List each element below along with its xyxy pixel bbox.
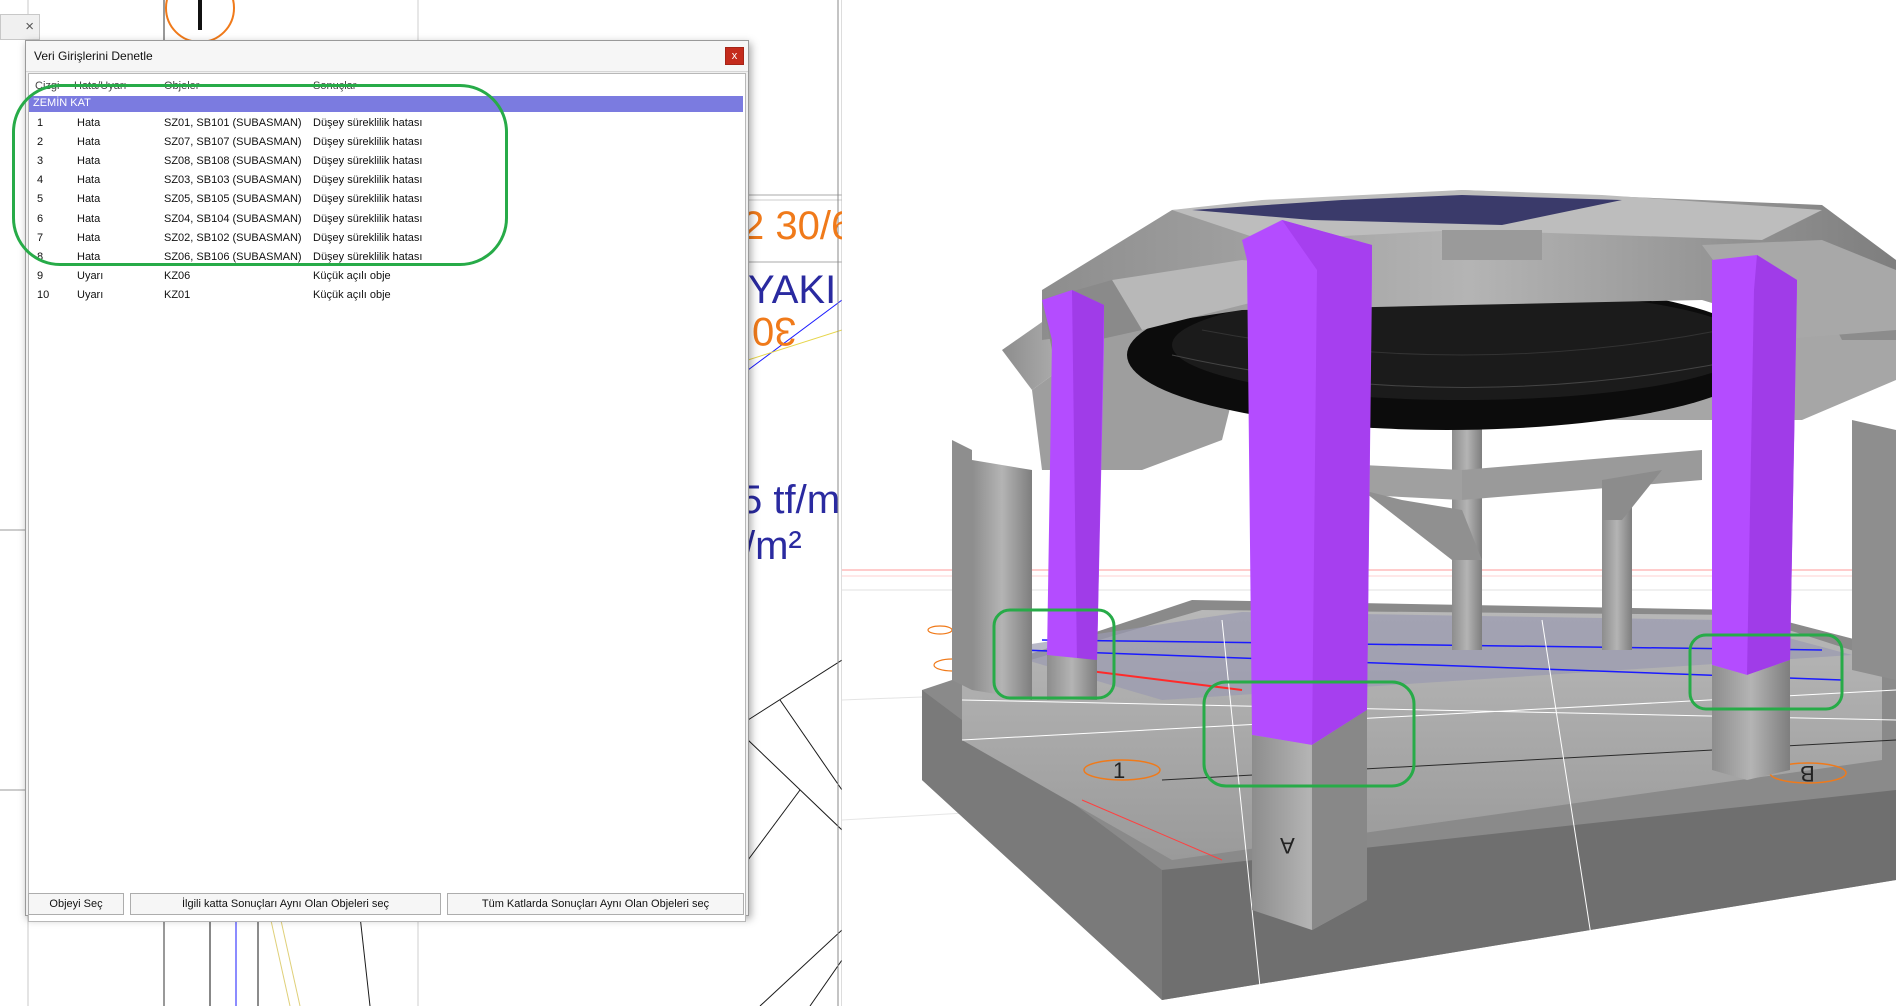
- row-objects: KZ01: [164, 288, 191, 301]
- table-row[interactable]: 2 Hata SZ07, SB107 (SUBASMAN) Düşey sürekli…: [29, 133, 743, 152]
- row-objects: SZ06, SB106 (SUBASMAN): [164, 250, 302, 263]
- row-type: Hata: [77, 136, 101, 149]
- group-label: ZEMİN KAT: [33, 97, 91, 109]
- row-number: 7: [37, 231, 44, 244]
- row-objects: SZ02, SB102 (SUBASMAN): [164, 231, 302, 244]
- 3d-structure-render: [842, 190, 1896, 1006]
- table-row[interactable]: 8 Hata SZ06, SB106 (SUBASMAN) Düşey sürekli…: [29, 248, 743, 267]
- row-result: Küçük açılı obje: [313, 269, 391, 282]
- row-type: Hata: [77, 231, 101, 244]
- select-all-floors-button[interactable]: Tüm Katlarda Sonuçları Aynı Olan Objeler…: [447, 893, 744, 915]
- dialog-title: Veri Girişlerini Denetle: [34, 49, 153, 63]
- dialog-button-bar: Objeyi Seç İlgili katta Sonuçları Aynı O…: [26, 893, 748, 917]
- row-number: 3: [37, 155, 44, 168]
- row-number: 4: [37, 174, 44, 187]
- row-objects: KZ06: [164, 269, 191, 282]
- dialog-titlebar[interactable]: Veri Girişlerini Denetle x: [26, 41, 748, 72]
- axis-label-a: A: [1280, 833, 1295, 858]
- row-result: Düşey süreklilik hatası: [313, 117, 423, 129]
- drawing-label-load: 5 tf/m: [740, 478, 841, 522]
- row-number: 10: [37, 288, 50, 301]
- row-result: Düşey süreklilik hatası: [313, 231, 423, 244]
- row-result: Düşey süreklilik hatası: [313, 174, 423, 187]
- column-header-objects[interactable]: Objeler: [164, 80, 199, 92]
- row-type: Hata: [77, 117, 101, 129]
- row-result: Düşey süreklilik hatası: [313, 155, 423, 168]
- row-result: Düşey süreklilik hatası: [313, 250, 423, 263]
- table-row[interactable]: 7 Hata SZ02, SB102 (SUBASMAN) Düşey sürekli…: [29, 229, 743, 248]
- row-objects: SZ05, SB105 (SUBASMAN): [164, 193, 302, 206]
- row-type: Hata: [77, 174, 101, 187]
- 3d-model-view[interactable]: A 1 B: [842, 0, 1896, 1006]
- table-row[interactable]: 3 Hata SZ08, SB108 (SUBASMAN) Düşey sürekli…: [29, 152, 743, 171]
- row-type: Uyarı: [77, 288, 104, 301]
- row-objects: SZ07, SB107 (SUBASMAN): [164, 136, 302, 149]
- row-result: Düşey süreklilik hatası: [313, 136, 423, 149]
- row-result: Düşey süreklilik hatası: [313, 212, 423, 225]
- row-result: Düşey süreklilik hatası: [313, 193, 423, 206]
- drawing-label-unit: /m²: [744, 524, 802, 568]
- results-list[interactable]: Çizgi Hata/Uyarı Objeler Sonuçlar ZEMİN …: [28, 73, 746, 922]
- panel-close-tab[interactable]: ×: [0, 14, 40, 40]
- drawing-label-dimension: 2 30/6: [742, 204, 842, 248]
- drawing-label-name: YAKI: [748, 268, 837, 312]
- table-row[interactable]: 9 Uyarı KZ06 Küçük açılı obje: [29, 267, 743, 286]
- table-row[interactable]: 1 Hata SZ01, SB101 (SUBASMAN) Düşey sürekli…: [29, 114, 743, 133]
- row-number: 1: [37, 117, 44, 129]
- row-number: 6: [37, 212, 44, 225]
- dialog-close-button[interactable]: x: [725, 47, 744, 65]
- select-object-button[interactable]: Objeyi Seç: [28, 893, 124, 915]
- column-header-line[interactable]: Çizgi: [35, 80, 59, 92]
- table-row[interactable]: 10 Uyarı KZ01 Küçük açılı obje: [29, 286, 743, 305]
- data-check-dialog: Veri Girişlerini Denetle x Çizgi Hata/Uy…: [25, 40, 749, 922]
- group-row-floor[interactable]: ZEMİN KAT: [29, 96, 743, 112]
- row-objects: SZ03, SB103 (SUBASMAN): [164, 174, 302, 187]
- row-type: Hata: [77, 212, 101, 225]
- drawing-label-rotated: 30: [752, 309, 797, 353]
- row-number: 2: [37, 136, 44, 149]
- row-number: 8: [37, 250, 44, 263]
- row-number: 9: [37, 269, 44, 282]
- axis-label-b: B: [1800, 761, 1815, 786]
- row-objects: SZ04, SB104 (SUBASMAN): [164, 212, 302, 225]
- row-type: Uyarı: [77, 269, 104, 282]
- column-header-results[interactable]: Sonuçlar: [313, 80, 356, 92]
- row-type: Hata: [77, 155, 101, 168]
- table-row[interactable]: 5 Hata SZ05, SB105 (SUBASMAN) Düşey sürekli…: [29, 190, 743, 209]
- row-number: 5: [37, 193, 44, 206]
- axis-label-1: 1: [1113, 758, 1126, 783]
- row-objects: SZ01, SB101 (SUBASMAN): [164, 117, 302, 129]
- row-result: Küçük açılı obje: [313, 288, 391, 301]
- table-row[interactable]: 4 Hata SZ03, SB103 (SUBASMAN) Düşey sürekli…: [29, 171, 743, 190]
- row-type: Hata: [77, 250, 101, 263]
- table-row[interactable]: 6 Hata SZ04, SB104 (SUBASMAN) Düşey sürekli…: [29, 210, 743, 229]
- row-objects: SZ08, SB108 (SUBASMAN): [164, 155, 302, 168]
- list-header: Çizgi Hata/Uyarı Objeler Sonuçlar: [29, 74, 745, 94]
- select-same-floor-button[interactable]: İlgili katta Sonuçları Aynı Olan Objeler…: [130, 893, 441, 915]
- column-header-type[interactable]: Hata/Uyarı: [74, 80, 127, 92]
- row-type: Hata: [77, 193, 101, 206]
- application-window: × 2 30/6 YAKI 30 5 tf/m /m²: [0, 0, 1896, 1006]
